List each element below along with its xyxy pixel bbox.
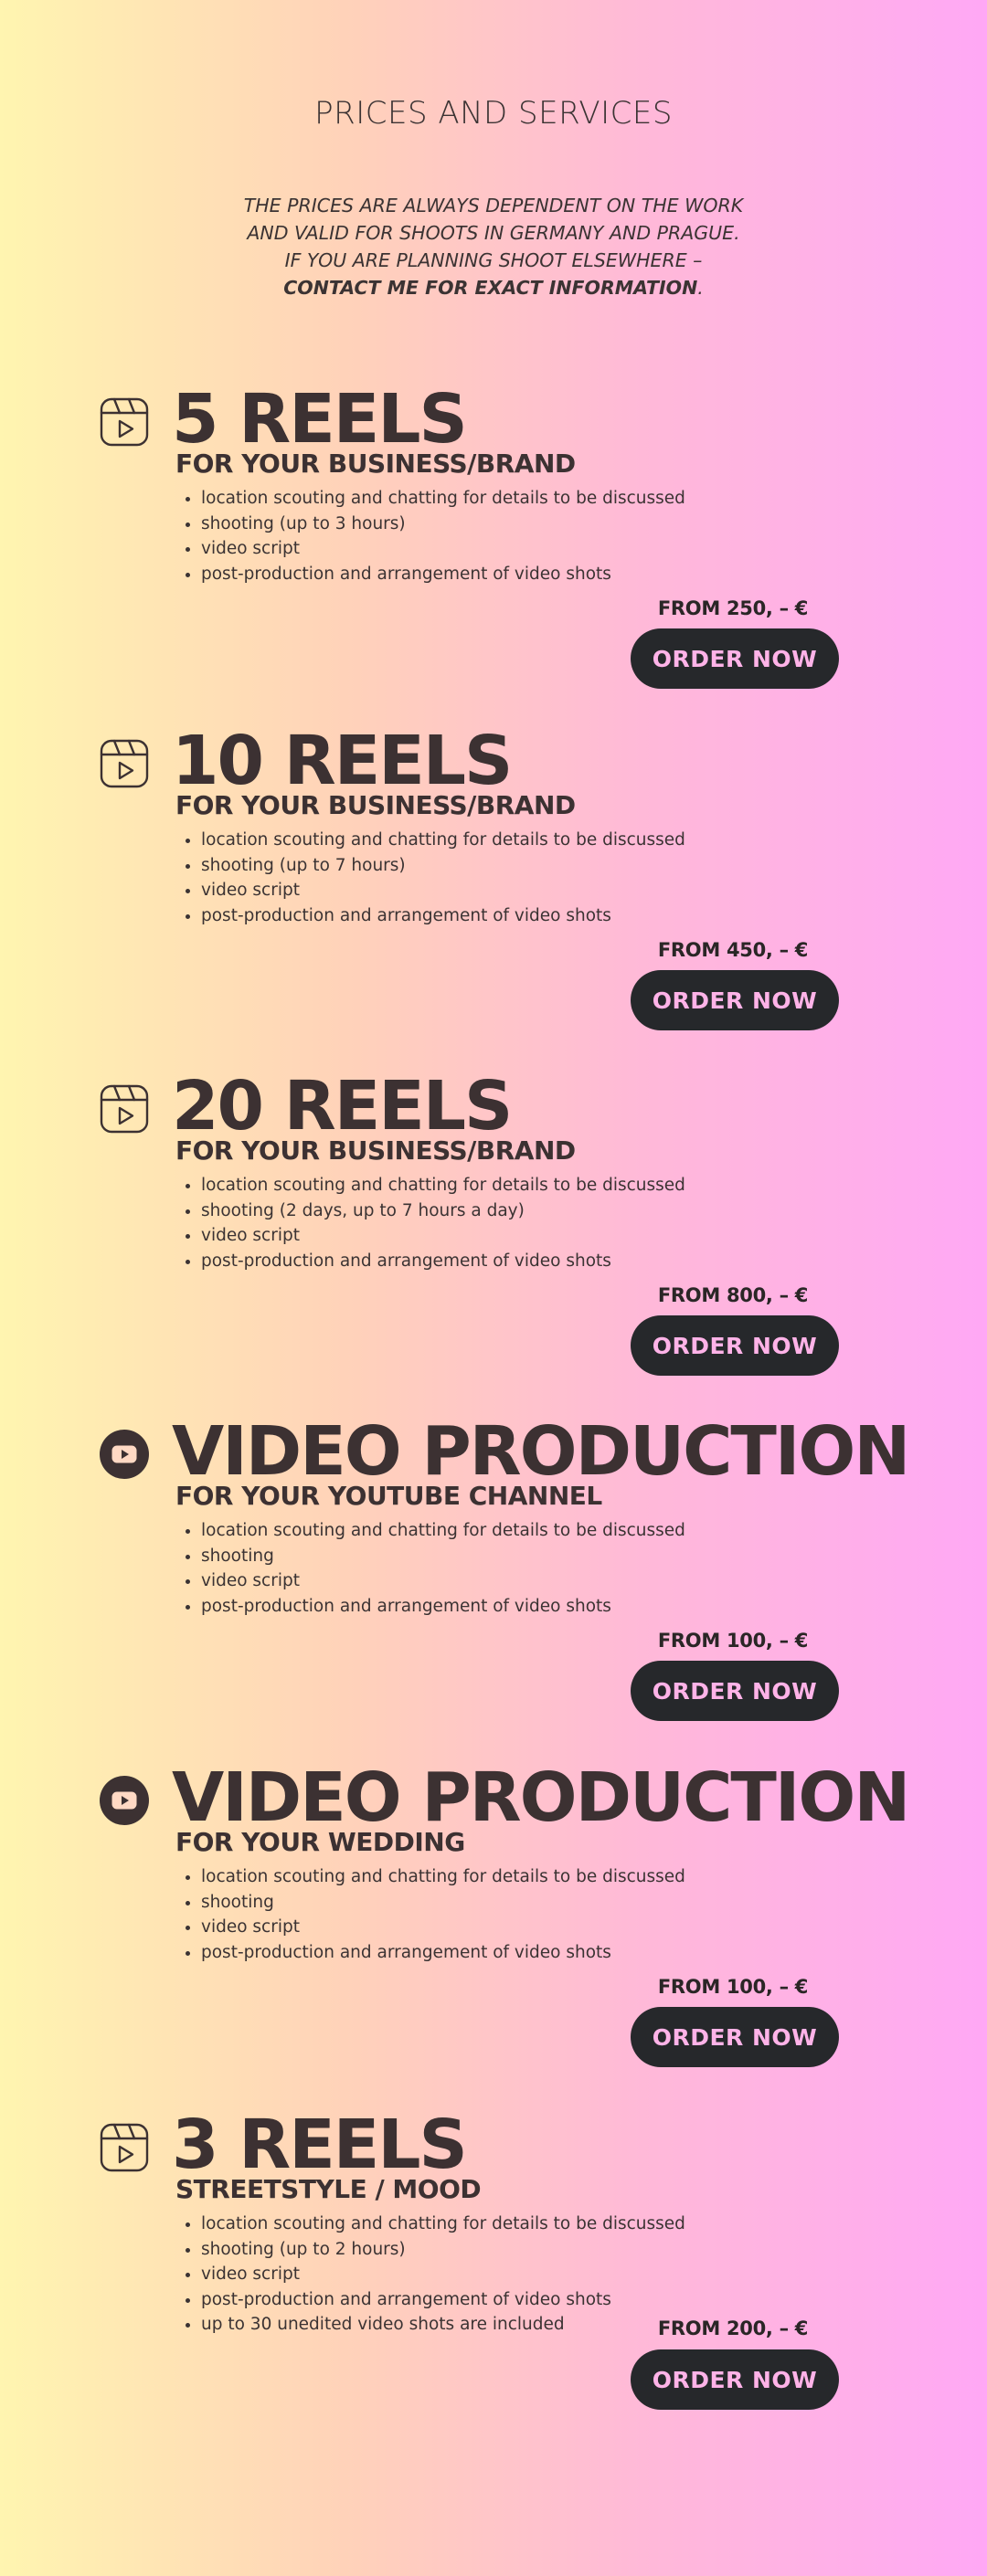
service-subtitle: FOR YOUR BUSINESS/BRAND: [175, 1135, 576, 1166]
list-item: video script: [201, 1223, 685, 1249]
service-price: FROM 800, – €: [657, 1284, 809, 1306]
youtube-icon: [99, 1429, 150, 1480]
page-title: PRICES AND SERVICES: [314, 95, 673, 132]
list-item: shooting (up to 7 hours): [201, 853, 685, 879]
service-features-list: location scouting and chatting for detai…: [174, 1518, 685, 1619]
list-item: video script: [201, 536, 685, 562]
reels-clapper-icon: [99, 1083, 150, 1135]
list-item: post-production and arrangement of video…: [201, 562, 685, 587]
list-item: shooting (up to 3 hours): [201, 512, 685, 537]
service-card-youtube-production: VIDEO PRODUCTION FOR YOUR YOUTUBE CHANNE…: [0, 1412, 987, 1732]
list-item: shooting (up to 2 hours): [201, 2237, 685, 2263]
list-item: shooting (2 days, up to 7 hours a day): [201, 1198, 685, 1224]
list-item: video script: [201, 878, 685, 903]
service-card-3-reels: 3 REELS STREETSTYLE / MOOD location scou…: [0, 2106, 987, 2425]
order-now-button[interactable]: ORDER NOW: [631, 1661, 839, 1721]
list-item: location scouting and chatting for detai…: [201, 2212, 685, 2237]
list-item: post-production and arrangement of video…: [201, 903, 685, 929]
service-card-wedding-production: VIDEO PRODUCTION FOR YOUR WEDDING locati…: [0, 1758, 987, 2078]
list-item: post-production and arrangement of video…: [201, 2287, 685, 2313]
list-item: location scouting and chatting for detai…: [201, 828, 685, 853]
list-item: location scouting and chatting for detai…: [201, 1518, 685, 1544]
order-now-button[interactable]: ORDER NOW: [631, 2349, 839, 2410]
service-card-20-reels: 20 REELS FOR YOUR BUSINESS/BRAND locatio…: [0, 1067, 987, 1387]
list-item: location scouting and chatting for detai…: [201, 1864, 685, 1890]
list-item: video script: [201, 1915, 685, 1940]
intro-line: CONTACT ME FOR EXACT INFORMATION.: [0, 274, 987, 301]
list-item: location scouting and chatting for detai…: [201, 486, 685, 512]
intro-text: THE PRICES ARE ALWAYS DEPENDENT ON THE W…: [0, 192, 987, 301]
order-now-button[interactable]: ORDER NOW: [631, 1315, 839, 1376]
service-features-list: location scouting and chatting for detai…: [174, 1864, 685, 1965]
order-now-button[interactable]: ORDER NOW: [631, 970, 839, 1030]
order-now-button[interactable]: ORDER NOW: [631, 2007, 839, 2067]
list-item: video script: [201, 1568, 685, 1594]
list-item: post-production and arrangement of video…: [201, 1594, 685, 1620]
list-item: shooting: [201, 1890, 685, 1916]
intro-line: IF YOU ARE PLANNING SHOOT ELSEWHERE –: [284, 249, 703, 271]
service-price: FROM 100, – €: [657, 1976, 809, 1998]
contact-me-text: CONTACT ME FOR EXACT INFORMATION: [283, 277, 698, 299]
service-price: FROM 200, – €: [657, 2317, 809, 2339]
service-price: FROM 100, – €: [657, 1630, 809, 1652]
service-subtitle: FOR YOUR YOUTUBE CHANNEL: [175, 1481, 602, 1511]
service-subtitle: FOR YOUR BUSINESS/BRAND: [175, 449, 576, 479]
service-subtitle: FOR YOUR BUSINESS/BRAND: [175, 790, 576, 820]
service-features-list: location scouting and chatting for detai…: [174, 1173, 685, 1273]
intro-line: AND VALID FOR SHOOTS IN GERMANY AND PRAG…: [247, 222, 740, 244]
intro-period: .: [697, 277, 704, 299]
list-item: post-production and arrangement of video…: [201, 1249, 685, 1274]
list-item: up to 30 unedited video shots are includ…: [201, 2312, 685, 2338]
reels-clapper-icon: [99, 2122, 150, 2173]
list-item: video script: [201, 2262, 685, 2287]
reels-clapper-icon: [99, 396, 150, 448]
order-now-button[interactable]: ORDER NOW: [631, 628, 839, 689]
service-features-list: location scouting and chatting for detai…: [174, 828, 685, 928]
reels-clapper-icon: [99, 738, 150, 789]
list-item: location scouting and chatting for detai…: [201, 1173, 685, 1198]
service-features-list: location scouting and chatting for detai…: [174, 486, 685, 586]
service-card-10-reels: 10 REELS FOR YOUR BUSINESS/BRAND locatio…: [0, 722, 987, 1041]
list-item: post-production and arrangement of video…: [201, 1940, 685, 1966]
intro-line: THE PRICES ARE ALWAYS DEPENDENT ON THE W…: [243, 195, 744, 216]
service-features-list: location scouting and chatting for detai…: [174, 2212, 685, 2338]
service-card-5-reels: 5 REELS FOR YOUR BUSINESS/BRAND location…: [0, 380, 987, 700]
list-item: shooting: [201, 1544, 685, 1569]
service-subtitle: STREETSTYLE / MOOD: [175, 2174, 482, 2204]
service-price: FROM 250, – €: [657, 597, 809, 619]
youtube-icon: [99, 1775, 150, 1826]
service-price: FROM 450, – €: [657, 939, 809, 961]
service-subtitle: FOR YOUR WEDDING: [175, 1827, 465, 1857]
